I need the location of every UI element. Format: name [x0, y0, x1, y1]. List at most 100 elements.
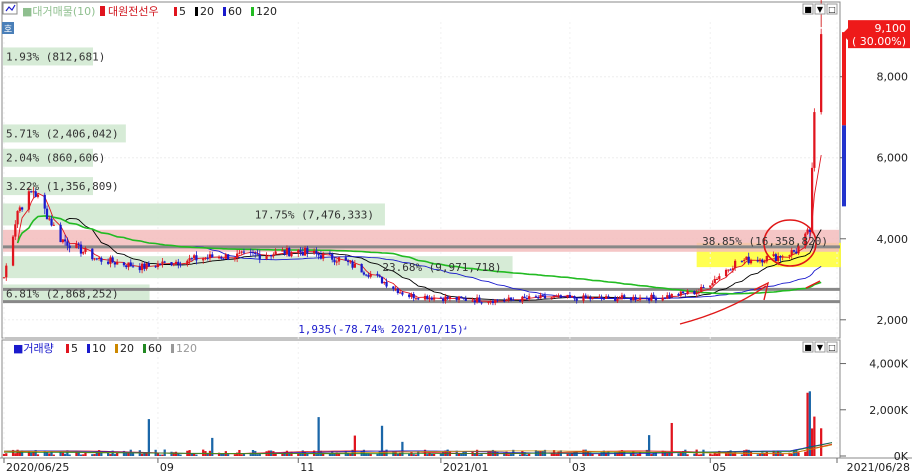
volume-bar: [693, 453, 696, 456]
volume-bar: [634, 454, 637, 456]
volume-bar: [238, 449, 241, 456]
candle-body: [589, 297, 592, 300]
volume-bar: [428, 452, 431, 456]
candle-body: [586, 297, 590, 299]
candle-body: [251, 252, 255, 254]
current-price-change: ( 30.00%): [852, 35, 906, 48]
candle-body: [494, 299, 497, 303]
volume-tick-label: 4,000K: [869, 358, 908, 371]
volume-profile-label: 2.04% (860,606): [6, 152, 105, 165]
volume-bar: [109, 454, 112, 456]
candle-body: [566, 294, 569, 298]
candle-body: [274, 251, 277, 255]
candle-body: [319, 255, 323, 259]
candle-body: [127, 262, 130, 268]
candle-body: [317, 253, 320, 256]
candle-body: [315, 250, 318, 254]
volume-bar: [82, 454, 85, 456]
candle-body: [91, 248, 94, 260]
candle-body: [743, 259, 746, 261]
candle-body: [600, 296, 603, 299]
price-tick-label: 6,000: [877, 152, 909, 165]
candle-body: [711, 283, 714, 286]
volume-bar: [226, 454, 230, 456]
side-tab-label: 호: [4, 24, 12, 35]
volume-bar: [174, 451, 178, 456]
candle-body: [226, 254, 230, 260]
candle-body: [281, 250, 284, 252]
candle-body: [509, 297, 513, 300]
candle-body: [267, 255, 270, 257]
volume-bar: [740, 454, 744, 456]
legend-ma-label: 5: [179, 5, 186, 18]
legend-title: 대원전선우: [108, 5, 159, 18]
volume-bar: [709, 453, 712, 456]
candle-body: [82, 251, 85, 254]
volume-bar: [432, 453, 436, 456]
volume-legend-ma-marker: [143, 344, 146, 353]
candle-body: [14, 224, 17, 237]
candle-body: [439, 297, 443, 299]
candle-body: [475, 297, 479, 303]
candle-body: [697, 291, 701, 293]
volume-bar: [700, 454, 703, 456]
volume-legend-ma-label: 20: [120, 342, 134, 355]
volume-profile-label: 3.22% (1,356,809): [6, 180, 119, 193]
volume-bar: [761, 452, 764, 456]
candle-body: [349, 261, 352, 263]
candle-body: [138, 266, 141, 271]
candle-body: [145, 263, 148, 269]
legend-ma-marker: [174, 7, 177, 16]
candle-body: [810, 167, 814, 232]
candle-body: [489, 301, 492, 303]
volume-bar: [528, 453, 531, 456]
axis-range-bar-up: [842, 32, 846, 126]
volume-window-button-2-icon: ▼: [817, 343, 824, 352]
candle-body: [163, 261, 166, 263]
candle-body: [555, 295, 558, 297]
legend-ma-marker: [195, 7, 198, 16]
volume-bar: [179, 454, 182, 456]
candle-body: [68, 245, 71, 249]
candle-body: [353, 263, 356, 268]
volume-profile-label: 1.93% (812,681): [6, 50, 105, 63]
candle-body: [713, 279, 716, 284]
candle-body: [333, 259, 336, 263]
candle-body: [462, 297, 465, 299]
candle-body: [303, 247, 307, 256]
candle-body: [131, 266, 135, 268]
candle-body: [186, 260, 189, 265]
stock-chart[interactable]: 2,0004,0006,0008,0000K2,000K4,000K2020/0…: [0, 0, 912, 476]
candle-body: [534, 296, 538, 298]
volume-bar: [170, 451, 173, 456]
candle-body: [629, 297, 633, 301]
candle-body: [369, 273, 372, 277]
candle-body: [45, 208, 49, 220]
candle-body: [206, 257, 209, 259]
candle-body: [792, 250, 796, 252]
candle-body: [636, 299, 639, 301]
candle-body: [634, 296, 637, 301]
volume-bar: [5, 453, 8, 456]
volume-bar: [91, 454, 94, 456]
candle-body: [702, 287, 705, 289]
candle-body: [756, 260, 759, 262]
candle-body: [2, 277, 6, 279]
volume-profile-label: 38.85% (16,358,820): [702, 235, 828, 248]
candle-body: [575, 298, 578, 301]
candle-body: [623, 295, 626, 298]
volume-bar: [813, 416, 816, 456]
candle-body: [471, 300, 474, 302]
candle-body: [740, 260, 744, 262]
candle-body: [604, 296, 608, 299]
candle-body: [306, 247, 309, 254]
candle-body: [521, 296, 524, 302]
candle-body: [584, 295, 587, 299]
volume-bar: [756, 454, 759, 456]
volume-bar: [317, 417, 320, 456]
candle-body: [455, 296, 458, 300]
candle-body: [265, 255, 268, 259]
candle-body: [681, 291, 685, 294]
candle-body: [663, 297, 667, 299]
candle-body: [487, 301, 490, 303]
